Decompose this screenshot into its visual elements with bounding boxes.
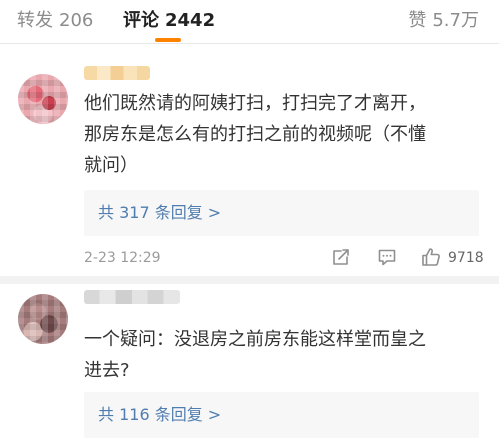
username-blurred[interactable] — [84, 290, 180, 304]
like-count: 9718 — [448, 250, 484, 266]
username-blurred[interactable] — [84, 66, 150, 80]
comment-text-line: 他们既然请的阿姨打扫，打扫完了才离开， — [84, 93, 426, 114]
comment-text-line: 进去? — [84, 360, 130, 381]
comment-item: 一个疑问：没退房之前房东能这样堂而皇之 进去? 共 116 条回复 > — [0, 284, 499, 446]
view-replies-link[interactable]: 共 116 条回复 > — [98, 403, 221, 427]
share-icon[interactable] — [330, 246, 352, 268]
like-icon[interactable] — [420, 246, 442, 268]
comment-text: 一个疑问：没退房之前房东能这样堂而皇之 进去? — [84, 324, 479, 386]
comment-text: 他们既然请的阿姨打扫，打扫完了才离开， 那房东是怎么有的打扫之前的视频呢（不懂 … — [84, 88, 479, 181]
comment-meta: 2-23 12:29 9718 — [84, 244, 484, 274]
active-tab-indicator — [155, 38, 181, 42]
comment-text-line: 一个疑问：没退房之前房东能这样堂而皇之 — [84, 329, 426, 350]
comment-timestamp: 2-23 12:29 — [84, 250, 161, 266]
reply-icon[interactable] — [376, 246, 398, 268]
comment-text-line: 就问） — [84, 155, 138, 176]
tab-reposts-count: 206 — [59, 10, 94, 31]
tab-likes[interactable]: 赞 5.7万 — [408, 8, 479, 34]
tab-comments[interactable]: 评论 2442 — [123, 8, 215, 34]
comment-item: 他们既然请的阿姨打扫，打扫完了才离开， 那房东是怎么有的打扫之前的视频呢（不懂 … — [0, 44, 499, 284]
tab-comments-count: 2442 — [165, 10, 216, 31]
tab-bar: 转发 206 评论 2442 赞 5.7万 — [0, 0, 499, 44]
comment-page: 转发 206 评论 2442 赞 5.7万 他们既然请的阿姨打扫，打扫完了才离开， 那… — [0, 0, 499, 446]
tab-comments-label: 评论 — [123, 10, 159, 31]
tab-reposts-label: 转发 — [17, 10, 53, 31]
replies-box[interactable]: 共 116 条回复 > — [84, 392, 479, 438]
comment-text-line: 那房东是怎么有的打扫之前的视频呢（不懂 — [84, 124, 426, 145]
replies-box[interactable]: 共 317 条回复 > — [84, 190, 479, 236]
avatar[interactable] — [18, 294, 68, 344]
comment-divider — [0, 276, 499, 284]
view-replies-link[interactable]: 共 317 条回复 > — [98, 201, 221, 225]
tab-likes-label: 赞 — [408, 10, 427, 31]
tab-likes-count: 5.7万 — [432, 10, 479, 31]
avatar[interactable] — [18, 74, 68, 124]
tab-reposts[interactable]: 转发 206 — [17, 8, 93, 34]
